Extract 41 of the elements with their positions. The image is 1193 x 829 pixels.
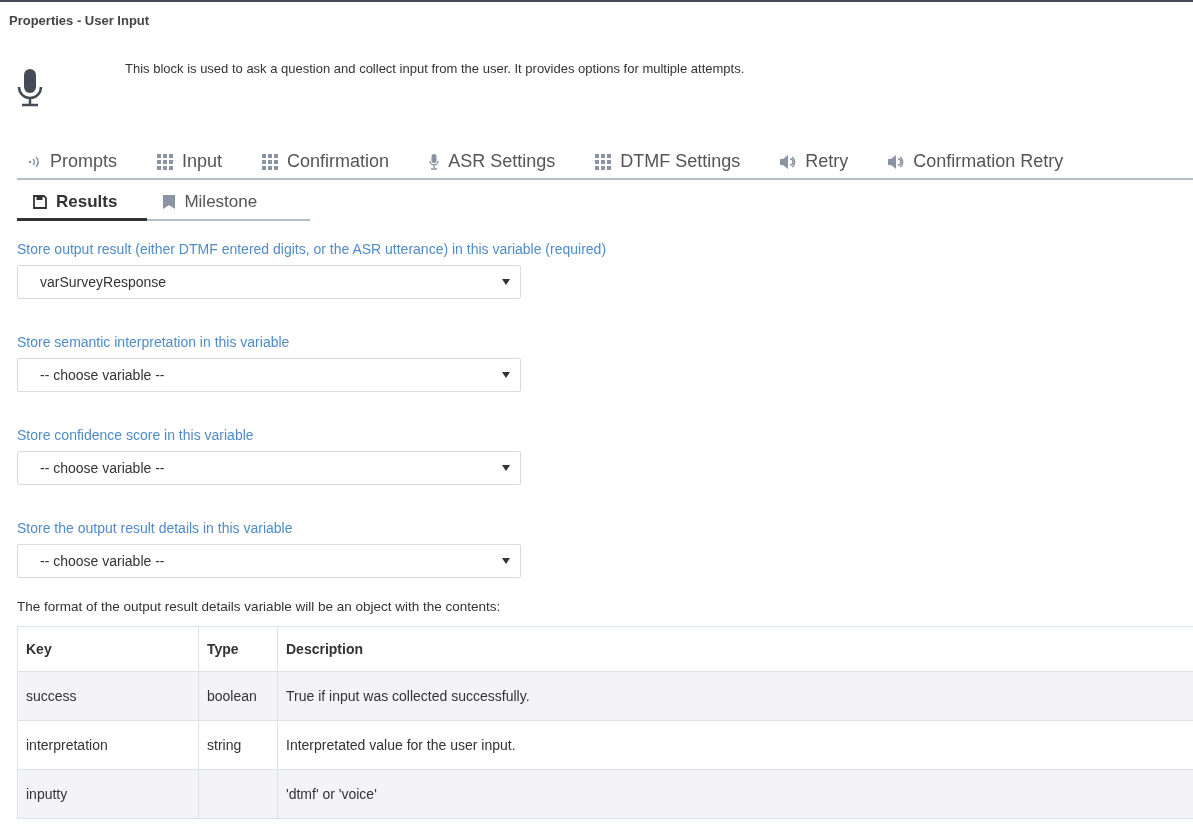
microphone-icon [429, 153, 440, 170]
table-intro: The format of the output result details variable will be an object with the contents: [17, 599, 502, 614]
microphone-icon [17, 69, 43, 107]
bookmark-icon [163, 195, 176, 209]
column-header: Key [17, 626, 199, 672]
variable-dropdown[interactable]: varSurveyResponse [17, 265, 521, 299]
tab[interactable]: Milestone [147, 186, 288, 221]
variable-dropdown[interactable]: -- choose variable -- [17, 451, 521, 485]
variable-dropdown[interactable]: -- choose variable -- [17, 358, 521, 392]
grid-icon [595, 153, 612, 170]
tab[interactable]: Confirmation Retry [878, 145, 1064, 178]
table-cell: string [198, 720, 278, 770]
tab[interactable]: Results [17, 186, 148, 221]
caret-icon [502, 558, 510, 564]
column-header: Description [277, 626, 1193, 672]
sound-waves-icon [27, 154, 41, 169]
caret-icon [502, 465, 510, 471]
table-cell: boolean [198, 671, 278, 721]
field-label: Store output result (either DTMF entered digits, or the ASR utterance) in this variable (required) [17, 241, 608, 257]
grid-icon [157, 153, 174, 170]
block-description: This block is used to ask a question and collect input from the user. It provides options for multiple attempts. [125, 61, 745, 76]
table-cell: inputty [17, 769, 199, 819]
tab[interactable]: Confirmation [252, 145, 390, 178]
tab[interactable]: Retry [770, 145, 849, 178]
tab[interactable]: Input [147, 145, 223, 178]
variable-dropdown[interactable]: -- choose variable -- [17, 544, 521, 578]
field-label: Store semantic interpretation in this variable [17, 334, 291, 350]
table-cell: success [17, 671, 199, 721]
panel-title: Properties - User Input [9, 13, 151, 28]
tab[interactable]: DTMF Settings [585, 145, 741, 178]
table-cell: interpretation [17, 720, 199, 770]
column-header: Type [198, 626, 278, 672]
speaker-icon [780, 154, 797, 169]
tab[interactable]: ASR Settings [419, 145, 556, 178]
field-label: Store confidence score in this variable [17, 427, 255, 443]
grid-icon [262, 153, 279, 170]
speaker-icon [888, 154, 905, 169]
field-label: Store the output result details in this variable [17, 520, 294, 536]
caret-icon [502, 372, 510, 378]
tab[interactable]: Prompts [17, 145, 118, 178]
caret-icon [502, 279, 510, 285]
